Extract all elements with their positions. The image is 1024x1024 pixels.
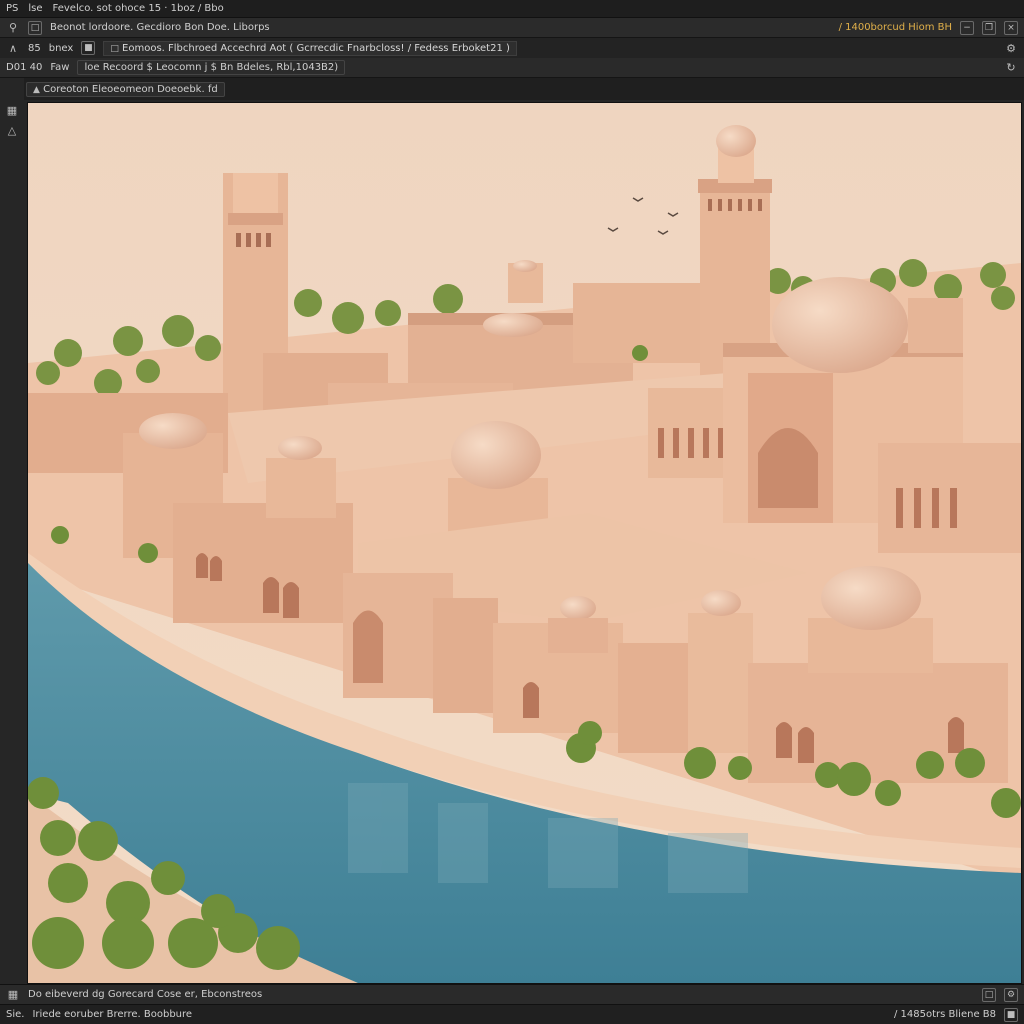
tool-select-icon[interactable]: ∧ xyxy=(6,41,20,55)
menu-item[interactable]: lse xyxy=(28,3,42,14)
status-text: Do eibeverd dg Gorecard Cose er, Ebconst… xyxy=(28,989,263,1000)
zoom-readout: / 1400borcud Hiom BH xyxy=(838,22,952,33)
restore-icon[interactable]: ❐ xyxy=(982,20,996,35)
status-bar: ▦ Do eibeverd dg Gorecard Cose er, Ebcon… xyxy=(0,984,1024,1004)
document-tab[interactable]: □ Eomoos. Flbchroed Accechrd Aot ( Gcrre… xyxy=(103,40,517,56)
layers-icon[interactable]: ▦ xyxy=(5,104,19,118)
info-status-bar: Sie. Iriede eoruber Brerre. Boobbure / 1… xyxy=(0,1004,1024,1024)
document-chip-label: Coreoton Eleoeomeon Doeoebk. fd xyxy=(43,83,218,95)
tab-bar: ∧ 85 bnex ■ □ Eomoos. Flbchroed Accechrd… xyxy=(0,38,1024,58)
expand-icon[interactable]: ■ xyxy=(1004,1007,1018,1022)
search-icon[interactable]: ⚲ xyxy=(6,21,20,35)
tool-rail: ▦ △ xyxy=(0,78,24,984)
tab-doc-icon: □ xyxy=(110,43,119,54)
status-right-readout: / 1485otrs Bliene B8 xyxy=(894,1009,996,1020)
status-secondary-text: Iriede eoruber Brerre. Boobbure xyxy=(32,1009,193,1020)
close-icon[interactable]: × xyxy=(1004,20,1018,35)
options-bar: ⚲ □ Beonot lordoore. Gecdioro Bon Doe. L… xyxy=(0,18,1024,38)
info-field[interactable]: loe Recoord $ Leocomn j $ Bn Bdeles, Rbl… xyxy=(77,60,346,75)
document-chip[interactable]: ▲ Coreoton Eleoeomeon Doeoebk. fd xyxy=(26,81,225,97)
info-label: Faw xyxy=(50,62,70,73)
canvas-image[interactable] xyxy=(27,102,1022,984)
refresh-icon[interactable]: ↻ xyxy=(1004,61,1018,75)
scene-illustration xyxy=(28,103,1021,983)
window-title: Fevelco. sot ohoce 15 · 1boz / Bbo xyxy=(52,3,224,14)
app-label[interactable]: PS xyxy=(6,3,18,14)
document-tab-label: Eomoos. Flbchroed Accechrd Aot ( Gcrrecd… xyxy=(122,42,510,54)
panel-toggle-icon[interactable]: □ xyxy=(982,987,996,1002)
info-field-text: loe Recoord $ Leocomn j $ Bn Bdeles, Rbl… xyxy=(84,62,339,73)
tab-bar-number: 85 xyxy=(28,42,41,54)
breadcrumb: Beonot lordoore. Gecdioro Bon Doe. Libor… xyxy=(50,22,270,33)
menu-bar: PS lse Fevelco. sot ohoce 15 · 1boz / Bb… xyxy=(0,0,1024,18)
coordinates-readout: D01 40 xyxy=(6,62,43,73)
settings-icon[interactable]: ⚙ xyxy=(1004,987,1018,1002)
more-icon[interactable]: ⚙ xyxy=(1004,41,1018,55)
tab-bar-label: bnex xyxy=(48,42,74,54)
triangle-tool-icon[interactable]: △ xyxy=(5,124,19,138)
minimize-icon[interactable]: − xyxy=(960,20,974,35)
info-bar: D01 40 Faw loe Recoord $ Leocomn j $ Bn … xyxy=(0,58,1024,78)
document-bar: ◉ ▲ Coreoton Eleoeomeon Doeoebk. fd xyxy=(0,78,1024,100)
lock-icon[interactable]: ■ xyxy=(81,41,96,55)
status-icon[interactable]: ▦ xyxy=(6,988,20,1002)
document-icon[interactable]: □ xyxy=(28,20,42,35)
status-left-label: Sie. xyxy=(6,1009,25,1020)
pin-icon: ▲ xyxy=(33,84,40,95)
